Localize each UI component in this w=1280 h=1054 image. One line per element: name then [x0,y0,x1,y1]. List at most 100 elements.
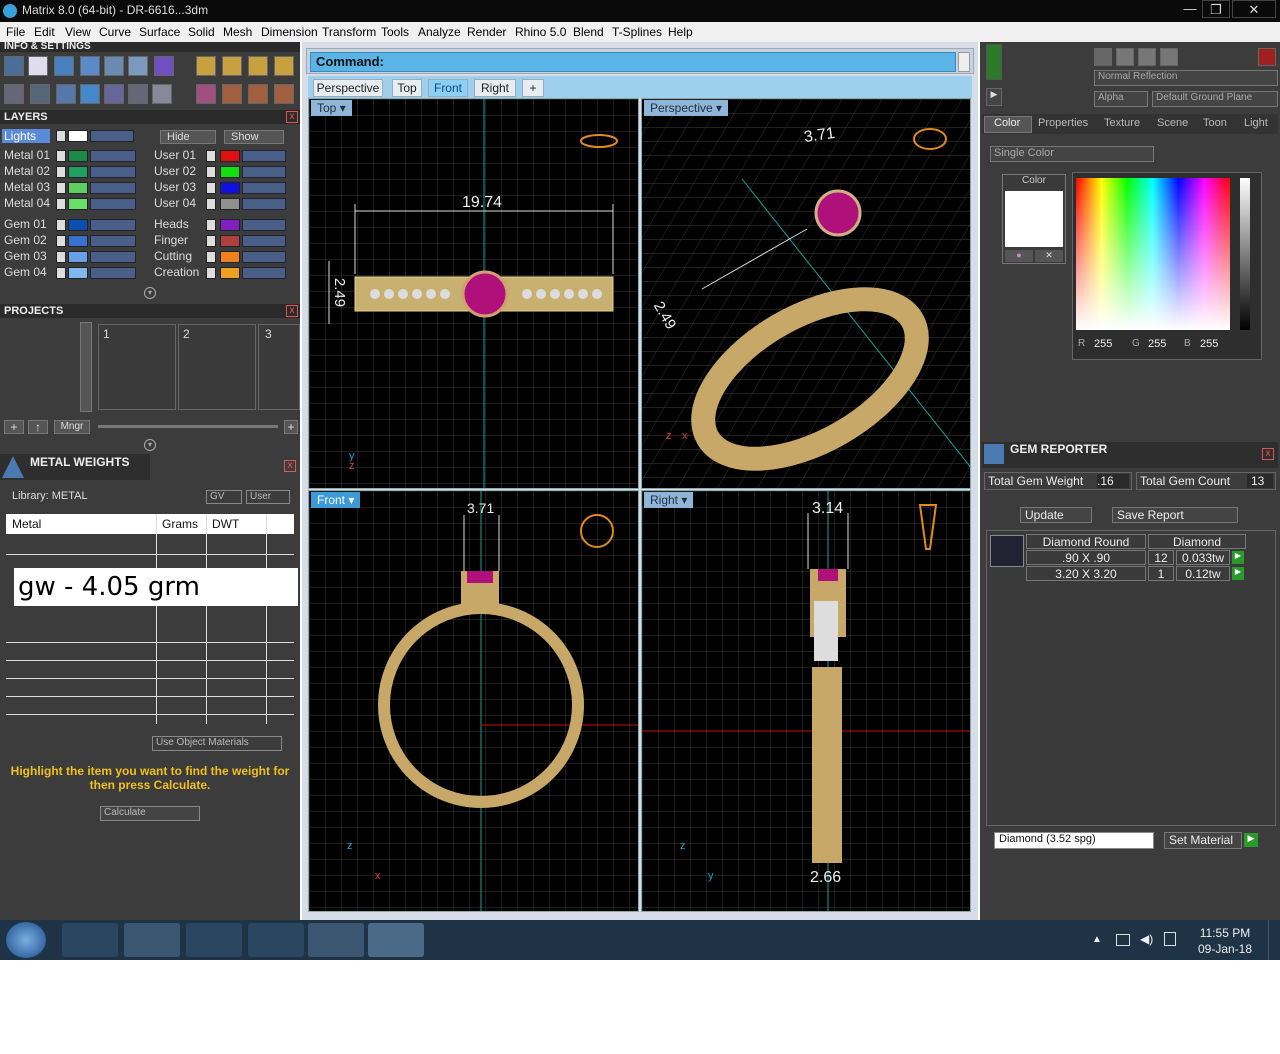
set-material-arrow-icon[interactable]: ▶ [1244,833,1258,847]
shank-tool-icon[interactable] [248,56,268,76]
layer-metal-01[interactable]: Metal 01 [4,148,50,162]
minimize-button[interactable]: — [1176,0,1204,18]
layer-user-01[interactable]: User 01 [154,148,196,162]
gv-toggle[interactable]: GV [206,490,242,504]
render-import-icon[interactable] [1160,48,1178,66]
projects-plus-button[interactable]: + [284,420,298,434]
search-icon[interactable] [28,56,48,76]
internet-explorer-icon[interactable] [186,923,242,957]
project-slot[interactable]: 3 [258,324,300,410]
color-swatch[interactable] [220,235,240,247]
menu-curve[interactable]: Curve [99,25,131,39]
refresh-icon[interactable] [1258,48,1276,66]
arrow-icon[interactable] [56,198,66,210]
set-material-button[interactable]: Set Material [1164,832,1242,849]
up-project-button[interactable]: ↑ [28,420,48,434]
viewport-right[interactable]: z y Right ▾ 3.14 2.66 [641,490,971,912]
project-slot[interactable]: 2 [178,324,256,410]
layer-metal-02[interactable]: Metal 02 [4,164,50,178]
layer-controls[interactable] [90,219,136,231]
arrow-icon[interactable] [56,150,66,162]
collapse-icon[interactable]: ▾ [144,439,156,451]
viewport-front-label[interactable]: Front ▾ [311,492,361,508]
viewport-right-label[interactable]: Right ▾ [644,492,694,508]
show-desktop-button[interactable] [1268,920,1280,960]
close-button[interactable]: ✕ [1232,0,1276,18]
menu-tsplines[interactable]: T-Splines [612,25,662,39]
arrow-icon[interactable] [56,251,66,263]
user-toggle[interactable]: User [246,490,290,504]
menu-edit[interactable]: Edit [34,25,55,39]
panel-arrow-icon[interactable]: ▶ [986,88,1002,106]
alpha-field[interactable]: Alpha [1094,91,1148,107]
layer-controls[interactable] [242,235,286,247]
color-swatch[interactable] [68,166,88,178]
viewport-perspective[interactable]: z x Perspective ▾ 3.71 2.49 [641,98,971,489]
color-swatch[interactable] [220,166,240,178]
hide-button[interactable]: Hide [160,130,216,144]
lights-arrow-icon[interactable] [56,130,66,142]
arrow-icon[interactable] [56,267,66,279]
arrow-icon[interactable] [206,182,216,194]
material-dropdown[interactable]: Diamond (3.52 spg) [994,832,1154,849]
viewport-top[interactable]: y z Top ▾ 19.74 2.49 [308,98,639,489]
color-swatch[interactable] [68,198,88,210]
document-icon[interactable] [104,56,124,76]
layer-icon[interactable] [54,56,74,76]
lights-color-swatch[interactable] [68,130,88,142]
lights-layer[interactable]: Lights [2,129,50,143]
settings-icon[interactable] [4,56,24,76]
layer-controls[interactable] [90,267,136,279]
prong-tool-icon[interactable] [196,84,216,104]
command-scroll[interactable] [958,52,970,72]
viewport-front[interactable]: z x Front ▾ 3.71 [308,490,639,912]
action-center-icon[interactable] [1164,932,1176,946]
layer-controls[interactable] [90,166,136,178]
menu-surface[interactable]: Surface [139,25,180,39]
arrow-icon[interactable] [206,166,216,178]
arrow-icon[interactable] [56,166,66,178]
ring-tool-icon[interactable] [222,56,242,76]
brightness-slider[interactable] [1240,178,1250,330]
arrow-icon[interactable] [56,182,66,194]
volume-icon[interactable]: ◀) [1140,932,1153,946]
start-button[interactable] [6,922,46,958]
current-color-swatch[interactable] [1005,191,1063,247]
layer-controls[interactable] [90,182,136,194]
clock-date[interactable]: 09-Jan-18 [1196,942,1254,956]
layer-controls[interactable] [242,198,286,210]
layers-close-icon[interactable]: x [286,111,298,123]
color-swatch[interactable] [220,251,240,263]
color-swatch[interactable] [68,251,88,263]
tab-light[interactable]: Light [1244,117,1268,129]
network-icon[interactable] [1116,934,1130,946]
render-icon[interactable] [1094,48,1112,66]
layer-controls[interactable] [242,182,286,194]
tab-toon[interactable]: Toon [1203,117,1227,129]
menu-blend[interactable]: Blend [573,25,604,39]
grid-icon[interactable] [4,84,24,104]
gem-row-arrow-icon[interactable]: ▶ [1232,567,1244,580]
projects-slider[interactable] [98,425,278,428]
layer-heads[interactable]: Heads [154,217,189,231]
color-swatch[interactable] [220,267,240,279]
media-player-icon[interactable] [62,923,118,957]
tab-texture[interactable]: Texture [1104,117,1140,129]
menu-help[interactable]: Help [668,25,693,39]
viewport-top-label[interactable]: Top ▾ [311,100,352,116]
menu-render[interactable]: Render [467,25,506,39]
menu-file[interactable]: File [6,25,25,39]
layer-finger[interactable]: Finger [154,233,188,247]
arrow-icon[interactable] [206,150,216,162]
clock-time[interactable]: 11:55 PM [1196,926,1254,940]
layer-controls[interactable] [242,150,286,162]
g-value[interactable]: 255 [1148,338,1166,350]
render-settings-icon[interactable] [1116,48,1134,66]
color-swatch[interactable] [68,182,88,194]
save-report-button[interactable]: Save Report [1112,507,1238,523]
arrow-icon[interactable] [206,251,216,263]
arrow-icon[interactable] [56,219,66,231]
maximize-button[interactable]: ❐ [1202,0,1230,18]
layer-controls[interactable] [242,166,286,178]
projects-close-icon[interactable]: x [286,305,298,317]
